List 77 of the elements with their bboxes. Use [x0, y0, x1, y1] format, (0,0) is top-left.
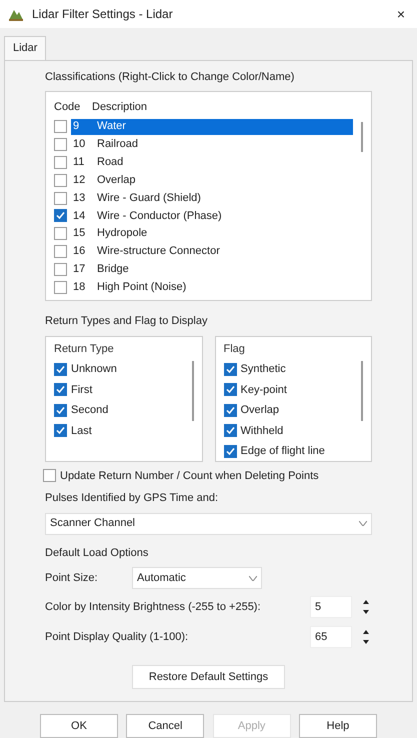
- checkbox[interactable]: [224, 404, 236, 417]
- list-row[interactable]: 15 Hydropole: [71, 226, 353, 242]
- checkbox[interactable]: [224, 444, 236, 458]
- field-label: Point Size:: [45, 570, 99, 586]
- chevron-down-icon: [359, 521, 367, 526]
- list-item-label[interactable]: Key-point: [240, 382, 287, 398]
- field-label: Pulses Identified by GPS Time and:: [45, 491, 220, 506]
- check-icon: [56, 385, 65, 394]
- list-item-label[interactable]: Last: [71, 422, 92, 439]
- restore-defaults-button[interactable]: Restore Default Settings: [132, 665, 286, 689]
- number-field[interactable]: 65: [310, 626, 352, 648]
- list-item-label[interactable]: Second: [71, 402, 108, 418]
- list-row[interactable]: 18 High Point (Noise): [71, 279, 353, 296]
- check-icon: [56, 426, 65, 436]
- list-item-label[interactable]: Withheld: [240, 422, 284, 439]
- list-row[interactable]: 12 Overlap: [71, 172, 353, 188]
- group-label: Classifications (Right-Click to Change Color/Name): [45, 70, 296, 84]
- checkbox[interactable]: [54, 138, 67, 152]
- scrollbar-thumb[interactable]: [361, 122, 363, 152]
- chevron-down-icon: [249, 576, 257, 580]
- list-row[interactable]: 17 Bridge: [71, 261, 353, 278]
- dropdown[interactable]: Automatic: [132, 567, 262, 589]
- list-item-label[interactable]: Unknown: [71, 361, 117, 378]
- list-item-label[interactable]: Synthetic: [240, 361, 286, 378]
- list-row[interactable]: 9 Water: [71, 118, 353, 135]
- checkbox[interactable]: [54, 262, 67, 276]
- checkbox[interactable]: [54, 156, 67, 169]
- list-row[interactable]: 14 Wire - Conductor (Phase): [71, 208, 353, 224]
- list-item-label[interactable]: Edge of flight line: [240, 443, 325, 460]
- checkbox[interactable]: [43, 469, 56, 482]
- checkbox[interactable]: [54, 362, 67, 376]
- column-header: Description: [92, 100, 148, 115]
- check-icon: [56, 364, 65, 374]
- check-icon: [56, 406, 65, 415]
- checkbox[interactable]: [54, 227, 67, 240]
- number-field[interactable]: 5: [310, 596, 352, 618]
- check-icon: [226, 385, 234, 394]
- list-row[interactable]: 13 Wire - Guard (Shield): [71, 190, 353, 206]
- list-item-label[interactable]: First: [71, 382, 92, 398]
- check-icon: [226, 406, 234, 415]
- checkbox[interactable]: [54, 280, 67, 294]
- checkbox[interactable]: [54, 192, 67, 204]
- check-icon: [226, 364, 234, 374]
- dialog-button[interactable]: OK: [40, 714, 118, 738]
- checkbox[interactable]: [54, 404, 67, 417]
- dialog-button[interactable]: Cancel: [126, 714, 204, 738]
- column-header: Flag: [224, 342, 246, 356]
- list-row[interactable]: 11 Road: [71, 154, 353, 170]
- checkbox[interactable]: [54, 424, 67, 438]
- column-header: Return Type: [54, 342, 115, 356]
- checkbox[interactable]: [54, 209, 67, 222]
- group-label: Return Types and Flag to Display: [45, 314, 208, 329]
- tab[interactable]: Lidar: [4, 36, 46, 60]
- list-row[interactable]: 10 Railroad: [71, 136, 353, 153]
- field-label: Point Display Quality (1-100):: [45, 630, 190, 645]
- check-icon: [226, 446, 234, 456]
- checkbox[interactable]: [224, 383, 236, 396]
- checkbox[interactable]: [54, 120, 67, 134]
- window-title: Lidar Filter Settings - Lidar: [32, 6, 174, 23]
- column-header: Code: [54, 100, 82, 115]
- checkbox[interactable]: [54, 174, 67, 187]
- group-label: Default Load Options: [45, 546, 150, 560]
- close-button[interactable]: ×: [392, 4, 409, 24]
- check-icon: [226, 426, 234, 436]
- check-icon: [56, 211, 65, 220]
- checkbox[interactable]: [224, 362, 236, 376]
- dialog-button[interactable]: Help: [298, 714, 377, 738]
- checkbox[interactable]: [54, 244, 67, 258]
- scrollbar-thumb[interactable]: [361, 360, 363, 420]
- checkbox[interactable]: [224, 424, 236, 438]
- field-label: Color by Intensity Brightness (-255 to +255):: [45, 600, 262, 615]
- scrollbar-thumb[interactable]: [192, 360, 194, 420]
- dropdown[interactable]: Scanner Channel: [45, 512, 372, 534]
- list-item-label[interactable]: Overlap: [240, 402, 280, 418]
- checkbox[interactable]: [54, 383, 67, 396]
- list-row[interactable]: 16 Wire-structure Connector: [71, 243, 353, 260]
- checkbox-label[interactable]: Update Return Number / Count when Deleting Points: [60, 468, 319, 484]
